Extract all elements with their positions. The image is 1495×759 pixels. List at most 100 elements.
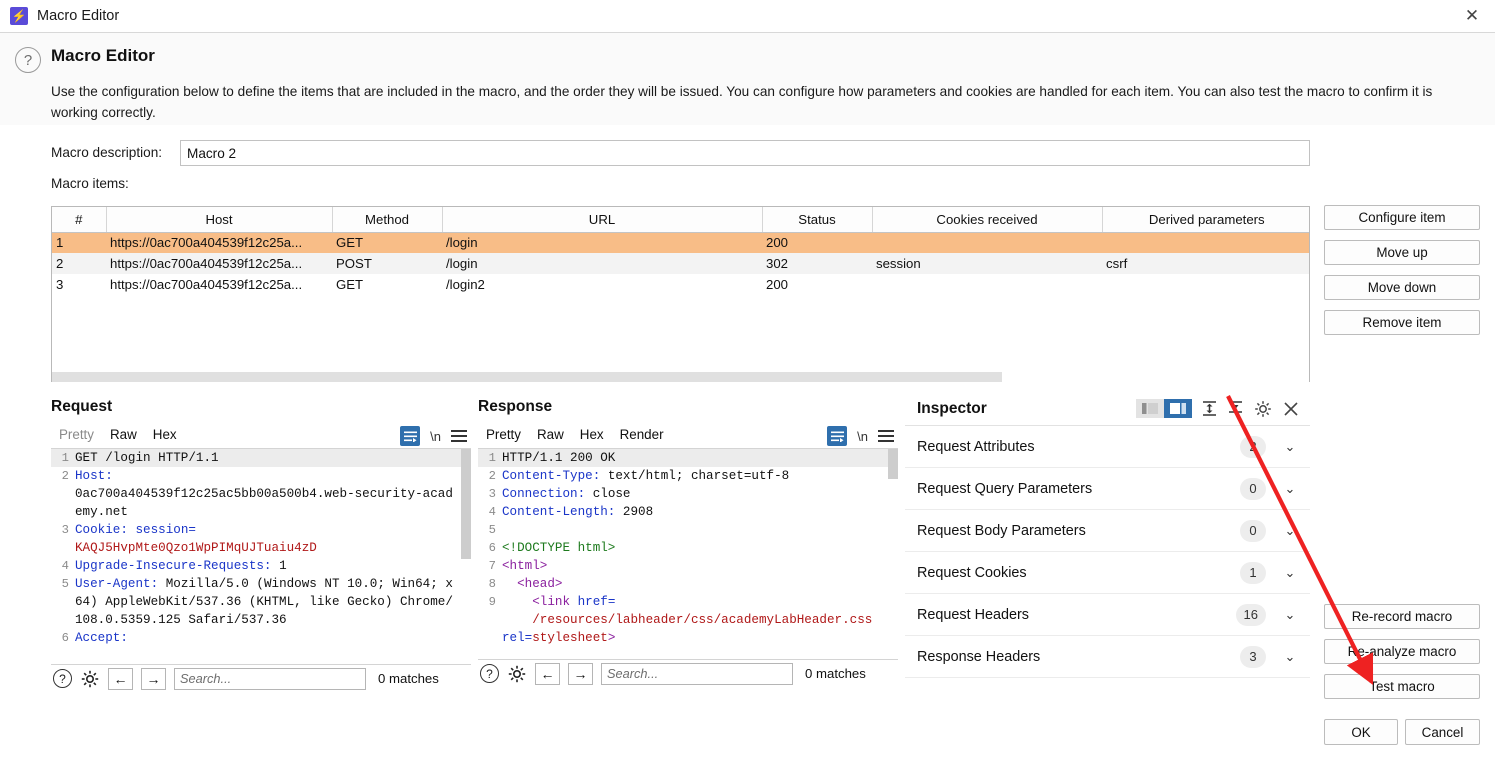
macro-description-input[interactable] [180, 140, 1310, 166]
expand-all-icon[interactable] [1201, 400, 1218, 417]
hamburger-menu-icon[interactable] [451, 430, 467, 442]
request-vertical-scrollbar[interactable] [461, 449, 471, 664]
pane-left-icon[interactable] [1136, 399, 1164, 418]
header-value: close [592, 487, 631, 501]
scrollbar-thumb[interactable] [52, 372, 1002, 382]
hamburger-menu-icon[interactable] [878, 430, 894, 442]
question-mark-icon[interactable]: ? [15, 47, 41, 73]
request-tabstrip: Pretty Raw Hex \n [51, 422, 471, 450]
section-label: Response Headers [917, 648, 1041, 665]
column-header-status[interactable]: Status [762, 207, 873, 233]
line-text: Upgrade-Insecure-Requests: 1 [75, 557, 471, 575]
close-icon[interactable] [1282, 400, 1300, 418]
inspector-section-request-attributes[interactable]: Request Attributes 2 ⌄ [905, 426, 1310, 468]
chevron-down-icon[interactable]: ⌄ [1282, 481, 1298, 497]
pane-right-icon[interactable] [1164, 399, 1192, 418]
search-input[interactable] [601, 662, 793, 685]
attr-value: stylesheet [532, 631, 608, 645]
newline-toggle[interactable]: \n [857, 429, 868, 444]
line-text: Host: 0ac700a404539f12c25ac5bb00a500b4.w… [75, 467, 471, 521]
table-row[interactable]: 1 https://0ac700a404539f12c25a... GET /l… [52, 232, 1309, 253]
gear-icon[interactable] [80, 669, 100, 689]
line-number: 6 [61, 631, 69, 645]
scrollbar-thumb[interactable] [461, 449, 471, 559]
header-value: 0ac700a404539f12c25ac5bb00a500b4.web-sec… [75, 487, 453, 519]
column-header-derived[interactable]: Derived parameters [1102, 207, 1309, 233]
cancel-button[interactable]: Cancel [1405, 719, 1480, 745]
collapse-all-icon[interactable] [1227, 400, 1244, 417]
code-line: 5 User-Agent: Mozilla/5.0 (Windows NT 10.… [51, 575, 471, 629]
table-horizontal-scrollbar[interactable] [52, 372, 1309, 382]
search-input[interactable] [174, 667, 366, 690]
re-record-macro-button[interactable]: Re-record macro [1324, 604, 1480, 629]
newline-toggle[interactable]: \n [430, 429, 441, 444]
arrow-left-icon[interactable]: ← [108, 667, 133, 690]
tab-response-render[interactable]: Render [612, 424, 672, 448]
line-number: 7 [488, 559, 496, 573]
cell-cookies [872, 274, 1102, 295]
chevron-down-icon[interactable]: ⌄ [1282, 565, 1298, 581]
code-line: 8 <head> [478, 575, 898, 593]
table-row[interactable]: 3 https://0ac700a404539f12c25a... GET /l… [52, 274, 1309, 295]
move-up-button[interactable]: Move up [1324, 240, 1480, 265]
cell-cookies [872, 232, 1102, 253]
column-header-index[interactable]: # [52, 207, 107, 233]
inspector-section-response-headers[interactable]: Response Headers 3 ⌄ [905, 636, 1310, 678]
tab-request-hex[interactable]: Hex [145, 424, 185, 448]
tab-response-hex[interactable]: Hex [572, 424, 612, 448]
scrollbar-thumb[interactable] [888, 449, 898, 479]
chevron-down-icon[interactable]: ⌄ [1282, 649, 1298, 665]
question-mark-icon[interactable]: ? [53, 669, 72, 688]
test-macro-button[interactable]: Test macro [1324, 674, 1480, 699]
chevron-down-icon[interactable]: ⌄ [1282, 523, 1298, 539]
column-header-host[interactable]: Host [106, 207, 333, 233]
response-code-view[interactable]: 1 HTTP/1.1 200 OK 2 Content-Type: text/htm… [478, 448, 898, 659]
cookie-value: KAQJ5HvpMte0Qzo1WpPIMqUJTuaiu4zD [75, 541, 317, 555]
request-code-view[interactable]: 1 GET /login HTTP/1.1 2 Host: 0ac700a40453… [51, 448, 471, 664]
tab-response-pretty[interactable]: Pretty [478, 424, 529, 450]
line-text: <html> [502, 559, 548, 573]
inspector-section-request-query-parameters[interactable]: Request Query Parameters 0 ⌄ [905, 468, 1310, 510]
arrow-left-icon[interactable]: ← [535, 662, 560, 685]
section-count-badge: 0 [1240, 477, 1266, 500]
question-mark-icon[interactable]: ? [480, 664, 499, 683]
inspector-section-request-headers[interactable]: Request Headers 16 ⌄ [905, 594, 1310, 636]
inspector-title: Inspector [917, 399, 987, 417]
word-wrap-icon[interactable] [400, 426, 421, 446]
inspector-split-toggle-group[interactable] [1136, 399, 1192, 418]
code-line: 5 [478, 521, 898, 539]
gear-icon[interactable] [507, 664, 527, 684]
column-header-url[interactable]: URL [442, 207, 763, 233]
arrow-right-icon[interactable]: → [568, 662, 593, 685]
line-number: 9 [488, 595, 496, 609]
close-icon[interactable]: ✕ [1449, 0, 1495, 32]
attr-name: rel= [502, 631, 533, 645]
ok-button[interactable]: OK [1324, 719, 1398, 745]
macro-items-table[interactable]: # Host Method URL Status Cookies receive… [51, 206, 1310, 382]
configure-item-button[interactable]: Configure item [1324, 205, 1480, 230]
cell-status: 200 [766, 277, 789, 292]
table-row[interactable]: 2 https://0ac700a404539f12c25a... POST /… [52, 253, 1309, 274]
code-line: 3 Cookie: session= KAQJ5HvpMte0Qzo1WpPIMq… [51, 521, 471, 557]
arrow-right-icon[interactable]: → [141, 667, 166, 690]
tab-request-pretty[interactable]: Pretty [51, 424, 102, 448]
tab-request-raw[interactable]: Raw [102, 424, 145, 450]
word-wrap-icon[interactable] [827, 426, 848, 446]
line-text: Accept: [75, 631, 128, 645]
inspector-section-request-body-parameters[interactable]: Request Body Parameters 0 ⌄ [905, 510, 1310, 552]
cookie-key: session= [135, 523, 196, 537]
line-number: 5 [488, 523, 496, 537]
cell-method: GET [332, 232, 442, 253]
chevron-down-icon[interactable]: ⌄ [1282, 439, 1298, 455]
tab-response-raw[interactable]: Raw [529, 424, 572, 448]
tag-close: > [607, 631, 616, 645]
inspector-section-request-cookies[interactable]: Request Cookies 1 ⌄ [905, 552, 1310, 594]
column-header-cookies[interactable]: Cookies received [872, 207, 1103, 233]
response-vertical-scrollbar[interactable] [888, 449, 898, 659]
remove-item-button[interactable]: Remove item [1324, 310, 1480, 335]
gear-icon[interactable] [1253, 399, 1273, 419]
move-down-button[interactable]: Move down [1324, 275, 1480, 300]
re-analyze-macro-button[interactable]: Re-analyze macro [1324, 639, 1480, 664]
column-header-method[interactable]: Method [332, 207, 443, 233]
chevron-down-icon[interactable]: ⌄ [1282, 607, 1298, 623]
